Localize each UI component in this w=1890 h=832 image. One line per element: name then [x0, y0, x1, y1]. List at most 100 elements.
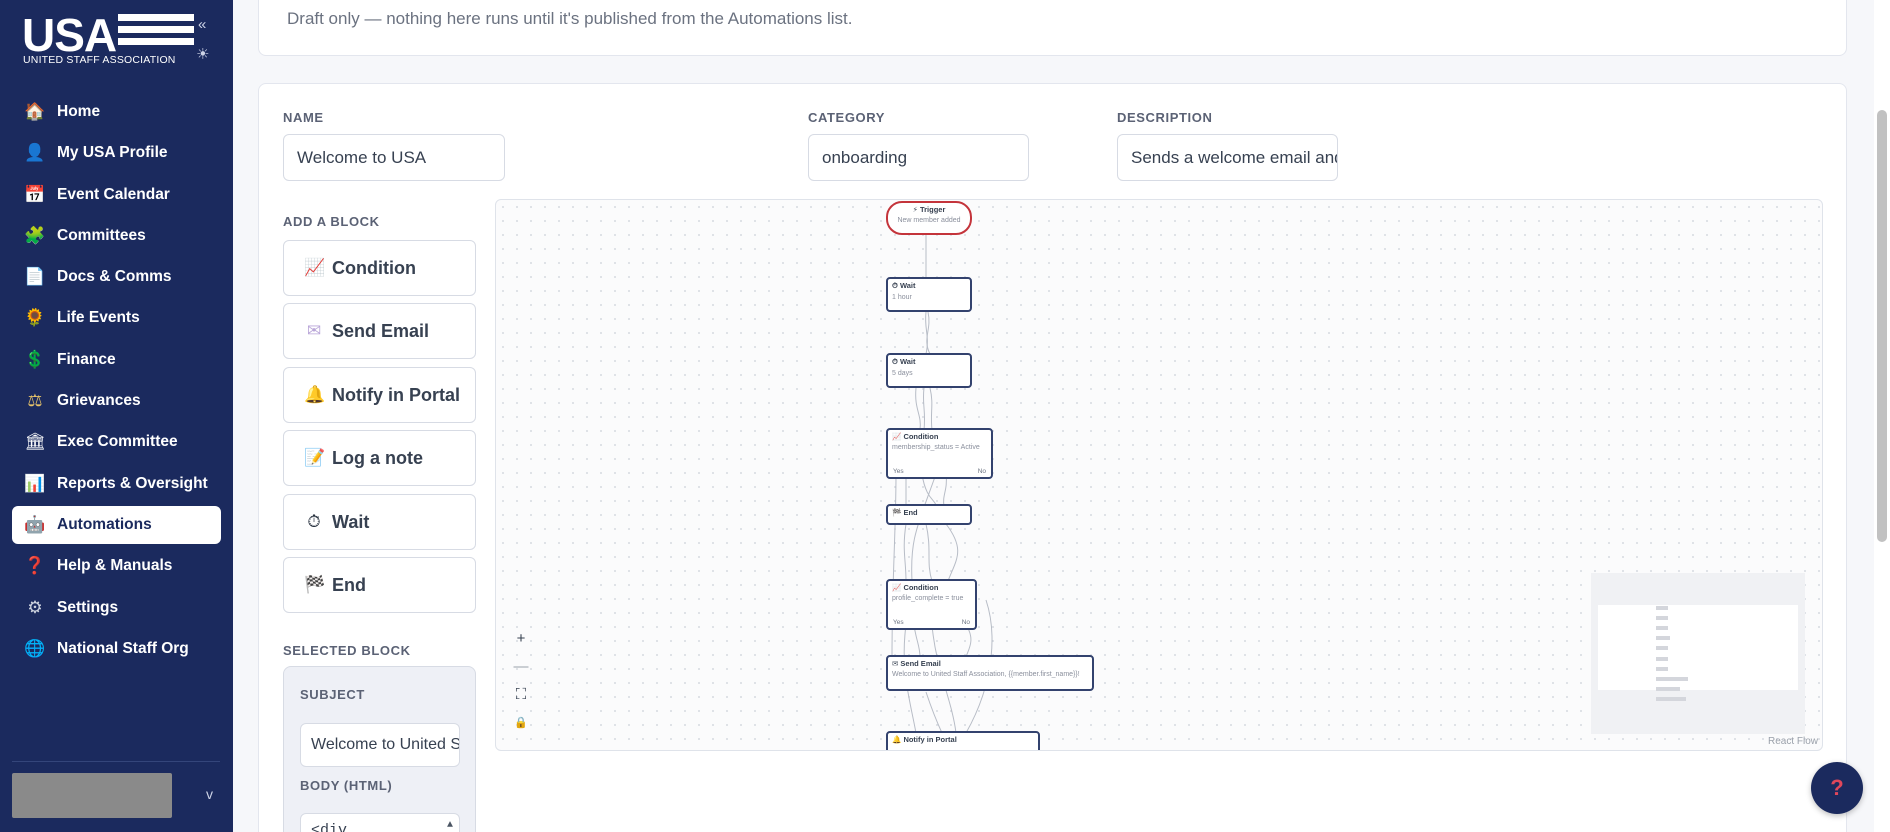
checkered-flag-icon: 🏁 [304, 575, 326, 594]
sidebar-item-label: Settings [57, 598, 119, 616]
edge [903, 523, 907, 582]
page-scrollbar[interactable] [1874, 0, 1890, 832]
sidebar-item-grievances[interactable]: ⚖ Grievances [12, 382, 221, 420]
add-log-note-button[interactable]: 📝 Log a note [283, 430, 476, 486]
node-title: Wait [899, 357, 916, 366]
block-label: Send Email [332, 320, 430, 341]
collapse-sidebar-icon[interactable]: « [198, 16, 206, 33]
minimap-node [1656, 697, 1686, 701]
notify-portal-node[interactable]: 🔔 Notify in Portal [886, 731, 1040, 750]
zoom-in-button[interactable]: + [508, 624, 534, 652]
category-input[interactable]: onboarding [808, 134, 1029, 181]
add-end-button[interactable]: 🏁 End [283, 557, 476, 613]
flow-minimap[interactable] [1591, 573, 1805, 734]
sidebar-item-calendar[interactable]: 📅 Event Calendar [12, 176, 221, 214]
bell-icon: 🔔 [304, 385, 326, 404]
question-icon: ❓ [24, 556, 46, 576]
scroll-up-icon[interactable]: ▲ [447, 820, 453, 831]
add-notify-portal-button[interactable]: 🔔 Notify in Portal [283, 367, 476, 423]
flow-controls: + — ⛶ 🔒 [508, 624, 534, 736]
sidebar-item-profile[interactable]: 👤 My USA Profile [12, 134, 221, 172]
sidebar-item-home[interactable]: 🏠 Home [12, 93, 221, 131]
minimap-node [1656, 677, 1688, 681]
flag-stripes-icon [118, 14, 194, 54]
globe-icon: 🌐 [24, 638, 46, 658]
minimap-node [1656, 616, 1668, 620]
minimap-node [1656, 626, 1668, 630]
minimap-node [1656, 606, 1668, 610]
condition-node[interactable]: 📈 Condition profile_complete = true Yes N… [886, 579, 977, 630]
react-flow-attribution[interactable]: React Flow [1768, 736, 1818, 747]
lock-icon[interactable]: 🔒 [508, 708, 534, 736]
end-node[interactable]: 🏁 End [886, 504, 972, 525]
sidebar-item-label: Reports & Oversight [57, 474, 208, 492]
chevron-down-icon[interactable]: v [206, 786, 213, 802]
envelope-icon: ✉ [306, 321, 322, 340]
sidebar-item-life-events[interactable]: 🌻 Life Events [12, 299, 221, 337]
draft-notice-text: Draft only — nothing here runs until it'… [287, 9, 853, 28]
subject-label: SUBJECT [300, 687, 365, 702]
condition-node[interactable]: 📈 Condition membership_status = Active Y… [886, 428, 993, 479]
wait-node[interactable]: ⏱ Wait 1 hour [886, 277, 972, 312]
edge [922, 387, 926, 431]
sidebar-divider [12, 761, 220, 762]
sidebar-item-label: Life Events [57, 309, 140, 327]
profile-icon: 👤 [24, 143, 46, 163]
zoom-out-button[interactable]: — [508, 652, 534, 680]
no-handle-label: No [961, 619, 970, 626]
edge [926, 311, 931, 355]
body-html-value: <div [311, 822, 348, 832]
sidebar-item-finance[interactable]: 💲 Finance [12, 341, 221, 379]
wait-node[interactable]: ⏱ Wait 5 days [886, 353, 972, 388]
scales-icon: ⚖ [27, 391, 43, 411]
add-block-heading: ADD A BLOCK [283, 214, 380, 229]
bell-icon: 🔔 [892, 735, 902, 744]
bar-chart-icon: 📊 [24, 473, 46, 493]
robot-icon: 🤖 [24, 514, 46, 534]
flow-canvas[interactable]: ⚡ Trigger New member added ⏱ Wait 1 hour… [495, 199, 1823, 751]
node-subtitle: 5 days [892, 370, 913, 377]
sidebar-item-reports[interactable]: 📊 Reports & Oversight [12, 465, 221, 503]
add-wait-button[interactable]: ⏱ Wait [283, 494, 476, 550]
selected-block-panel: SUBJECT Welcome to United Staff Associat… [283, 666, 476, 832]
scrollbar-thumb[interactable] [1877, 110, 1887, 542]
sidebar-item-label: Automations [57, 515, 152, 533]
add-send-email-button[interactable]: ✉ Send Email [283, 303, 476, 359]
node-title: Trigger [919, 205, 946, 214]
sidebar-item-label: My USA Profile [57, 144, 168, 162]
add-condition-button[interactable]: 📈 Condition [283, 240, 476, 296]
usa-logo[interactable]: USA UNITED STAFF ASSOCIATION [22, 9, 194, 72]
sidebar-item-settings[interactable]: ⚙ Settings [12, 589, 221, 627]
theme-toggle-icon[interactable]: ☀ [196, 45, 209, 63]
send-email-node[interactable]: ✉ Send Email Welcome to United Staff Ass… [886, 655, 1094, 691]
trigger-node[interactable]: ⚡ Trigger New member added [886, 201, 972, 235]
fit-view-button[interactable]: ⛶ [508, 680, 534, 708]
dollar-icon: 💲 [24, 349, 46, 369]
name-label: NAME [283, 110, 324, 125]
name-input[interactable]: Welcome to USA [283, 134, 505, 181]
gear-icon: ⚙ [27, 597, 43, 617]
node-title: Wait [899, 281, 916, 290]
calendar-icon: 📅 [24, 184, 46, 204]
subject-input[interactable]: Welcome to United Staff Association [300, 723, 460, 767]
lightning-icon: ⚡ [912, 205, 918, 214]
sidebar-item-national[interactable]: 🌐 National Staff Org [12, 630, 221, 668]
node-subtitle: profile_complete = true [892, 595, 964, 602]
stopwatch-icon: ⏱ [892, 357, 898, 366]
node-title: Condition [903, 583, 939, 592]
sidebar-item-help[interactable]: ❓ Help & Manuals [12, 547, 221, 585]
body-html-textarea[interactable]: <div ▲ [300, 813, 460, 832]
sidebar-item-committees[interactable]: 🧩 Committees [12, 217, 221, 255]
sidebar-item-exec[interactable]: 🏛 Exec Committee [12, 423, 221, 461]
sidebar-item-automations[interactable]: 🤖 Automations [12, 505, 221, 544]
sunflower-icon: 🌻 [24, 308, 46, 328]
node-title: Notify in Portal [903, 735, 957, 744]
description-input[interactable]: Sends a welcome email and [1117, 134, 1338, 181]
sidebar-item-label: Grievances [57, 392, 141, 410]
sidebar-item-label: Event Calendar [57, 185, 170, 203]
sidebar-item-docs[interactable]: 📄 Docs & Comms [12, 258, 221, 296]
user-account-chip[interactable] [12, 773, 172, 818]
minimap-node [1656, 667, 1668, 671]
node-title: Send Email [900, 659, 941, 668]
help-fab-button[interactable]: ? [1811, 762, 1863, 814]
